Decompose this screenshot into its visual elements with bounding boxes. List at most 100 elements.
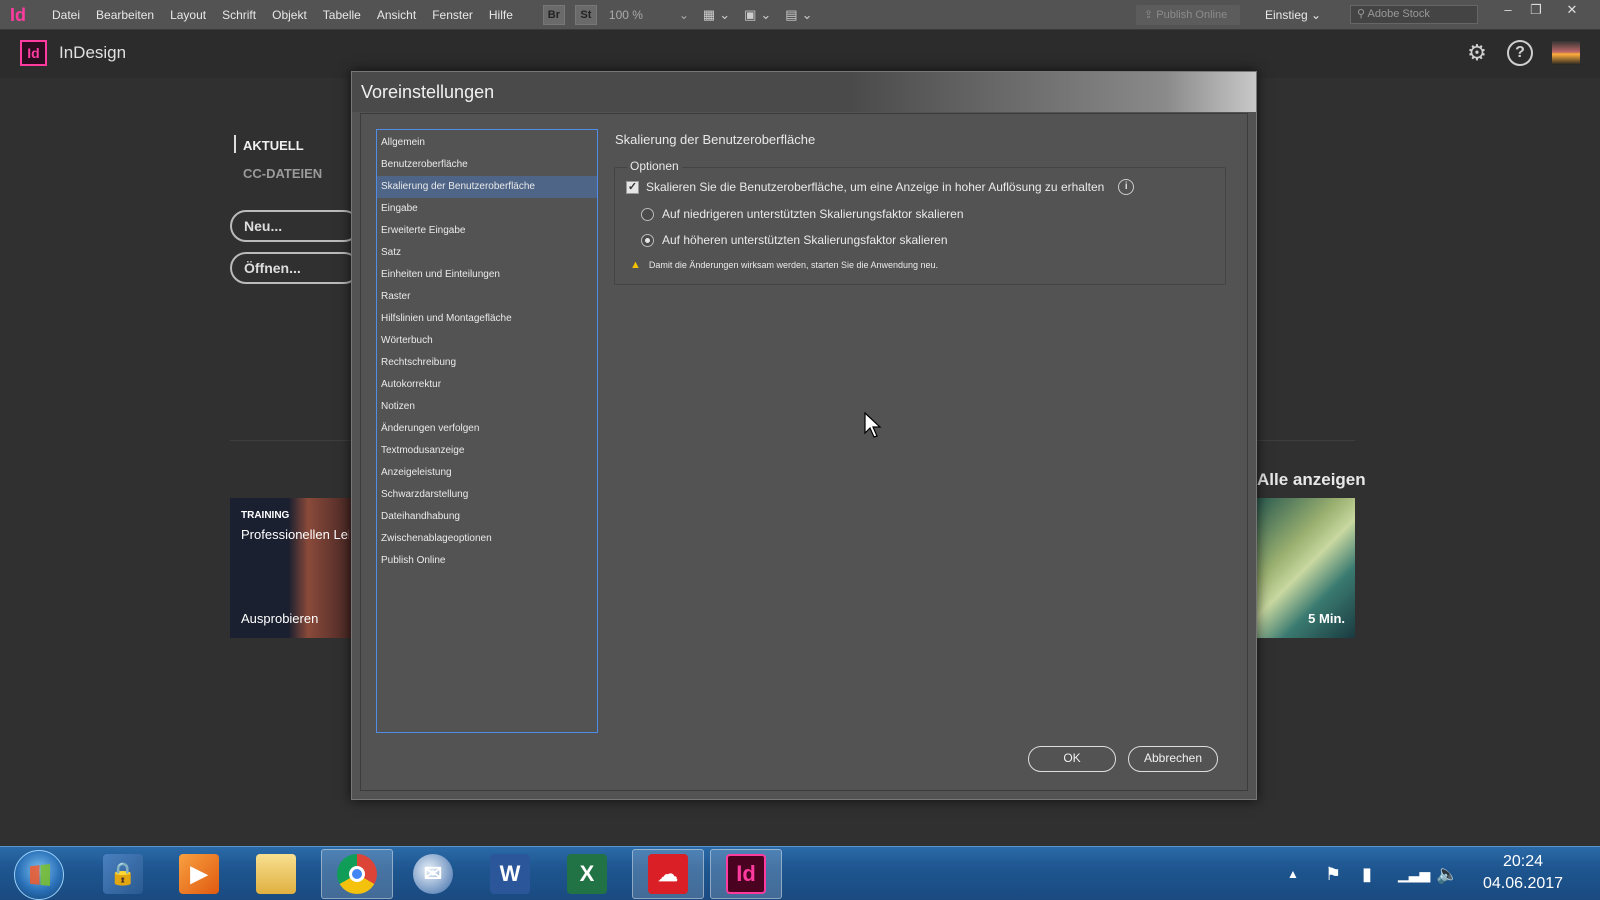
category-hilfslinien[interactable]: Hilfslinien und Montagefläche bbox=[377, 308, 597, 330]
ok-button[interactable]: OK bbox=[1028, 746, 1116, 772]
category-textmodusanzeige[interactable]: Textmodusanzeige bbox=[377, 440, 597, 462]
category-publish-online[interactable]: Publish Online bbox=[377, 550, 597, 572]
scale-low-option: Auf niedrigeren unterstützten Skalierung… bbox=[641, 207, 964, 221]
see-all-link[interactable]: Alle anzeigen bbox=[1257, 470, 1366, 490]
stock-button[interactable]: St bbox=[574, 4, 597, 25]
category-allgemein[interactable]: Allgemein bbox=[377, 132, 597, 154]
category-dateihandhabung[interactable]: Dateihandhabung bbox=[377, 506, 597, 528]
scale-high-label[interactable]: Auf höheren unterstützten Skalierungsfak… bbox=[662, 233, 948, 247]
tutorial-duration: 5 Min. bbox=[1308, 611, 1345, 626]
taskbar-media-player[interactable]: ▶ bbox=[163, 849, 235, 899]
training-tag: TRAINING bbox=[241, 510, 290, 521]
scale-low-radio[interactable] bbox=[641, 207, 654, 221]
start-button[interactable] bbox=[14, 850, 64, 900]
chrome-icon bbox=[337, 854, 377, 894]
taskbar-chrome[interactable] bbox=[321, 849, 393, 899]
publish-online-button[interactable]: ⇪ Publish Online bbox=[1136, 5, 1240, 25]
category-benutzeroberflaeche[interactable]: Benutzeroberfläche bbox=[377, 154, 597, 176]
menu-hilfe[interactable]: Hilfe bbox=[481, 0, 521, 30]
category-rechtschreibung[interactable]: Rechtschreibung bbox=[377, 352, 597, 374]
workspace-switcher[interactable]: Einstieg ⌄ bbox=[1265, 0, 1321, 30]
menu-layout[interactable]: Layout bbox=[162, 0, 214, 30]
category-einheiten[interactable]: Einheiten und Einteilungen bbox=[377, 264, 597, 286]
restart-warning: ▲ Damit die Änderungen wirksam werden, s… bbox=[630, 259, 938, 271]
category-autokorrektur[interactable]: Autokorrektur bbox=[377, 374, 597, 396]
category-anzeigeleistung[interactable]: Anzeigeleistung bbox=[377, 462, 597, 484]
screen-mode-icon: ▣ bbox=[744, 6, 757, 22]
taskbar-lock-folder[interactable]: 🔒 bbox=[87, 849, 159, 899]
taskbar-indesign[interactable]: Id bbox=[710, 849, 782, 899]
adobe-stock-placeholder: Adobe Stock bbox=[1367, 8, 1430, 20]
category-notizen[interactable]: Notizen bbox=[377, 396, 597, 418]
restore-button[interactable]: ❐ bbox=[1522, 0, 1550, 22]
new-document-button[interactable]: Neu... bbox=[230, 210, 360, 242]
scale-low-label[interactable]: Auf niedrigeren unterstützten Skalierung… bbox=[662, 207, 964, 221]
scale-high-radio[interactable] bbox=[641, 233, 654, 247]
action-center-icon[interactable]: ⚑ bbox=[1325, 847, 1341, 900]
training-card[interactable]: TRAINING Professionellen Leb Ausprobiere… bbox=[230, 498, 360, 638]
menu-fenster[interactable]: Fenster bbox=[424, 0, 481, 30]
bridge-button[interactable]: Br bbox=[542, 4, 565, 25]
close-button[interactable]: ✕ bbox=[1558, 0, 1586, 22]
taskbar-creative-cloud[interactable]: ☁ bbox=[632, 849, 704, 899]
avatar[interactable] bbox=[1552, 41, 1580, 65]
taskbar: 🔒 ▶ ✉ W X ☁ Id ▲ ⚑ ▮ ▁▃▅ 🔈 20:24 04.06.2… bbox=[0, 846, 1600, 900]
category-aenderungen[interactable]: Änderungen verfolgen bbox=[377, 418, 597, 440]
menu-datei[interactable]: Datei bbox=[44, 0, 88, 30]
minimize-button[interactable]: – bbox=[1494, 0, 1522, 22]
dialog-title[interactable]: Voreinstellungen bbox=[352, 72, 1256, 112]
clock[interactable]: 20:24 04.06.2017 bbox=[1478, 851, 1568, 895]
info-icon[interactable]: i bbox=[1118, 179, 1135, 195]
category-erweiterte-eingabe[interactable]: Erweiterte Eingabe bbox=[377, 220, 597, 242]
workspace-label: Einstieg bbox=[1265, 8, 1308, 22]
category-skalierung[interactable]: Skalierung der Benutzeroberfläche bbox=[377, 176, 597, 198]
clock-date: 04.06.2017 bbox=[1482, 875, 1564, 892]
menu-objekt[interactable]: Objekt bbox=[264, 0, 315, 30]
cancel-button[interactable]: Abbrechen bbox=[1128, 746, 1218, 772]
show-hidden-icons-button[interactable]: ▲ bbox=[1287, 847, 1299, 900]
gear-icon[interactable]: ⚙ bbox=[1464, 40, 1490, 66]
view-options-button[interactable]: ▦ ⌄ bbox=[703, 7, 730, 23]
thunderbird-icon: ✉ bbox=[413, 854, 453, 894]
warning-text: Damit die Änderungen wirksam werden, sta… bbox=[648, 260, 939, 270]
tutorial-card[interactable]: 5 Min. bbox=[1257, 498, 1355, 638]
training-action[interactable]: Ausprobieren bbox=[241, 611, 318, 626]
power-icon[interactable]: ▮ bbox=[1362, 847, 1372, 900]
zoom-select[interactable]: 100 % ⌄ bbox=[609, 8, 689, 22]
screen-mode-button[interactable]: ▣ ⌄ bbox=[744, 7, 771, 23]
chevron-down-icon: ⌄ bbox=[1311, 8, 1322, 22]
help-icon[interactable]: ? bbox=[1507, 40, 1533, 66]
menu-ansicht[interactable]: Ansicht bbox=[369, 0, 424, 30]
scale-ui-checkbox[interactable]: ✓ bbox=[626, 180, 639, 194]
category-list[interactable]: Allgemein Benutzeroberfläche Skalierung … bbox=[376, 129, 598, 733]
taskbar-explorer[interactable] bbox=[240, 849, 312, 899]
menu-schrift[interactable]: Schrift bbox=[214, 0, 264, 30]
category-schwarzdarstellung[interactable]: Schwarzdarstellung bbox=[377, 484, 597, 506]
options-legend: Optionen bbox=[627, 159, 682, 173]
taskbar-thunderbird[interactable]: ✉ bbox=[397, 849, 469, 899]
menu-bearbeiten[interactable]: Bearbeiten bbox=[88, 0, 162, 30]
training-title: Professionellen Leb bbox=[241, 527, 349, 542]
indesign-menu-icon: Id bbox=[10, 4, 26, 25]
word-icon: W bbox=[490, 854, 530, 894]
category-woerterbuch[interactable]: Wörterbuch bbox=[377, 330, 597, 352]
chevron-down-icon: ⌄ bbox=[678, 7, 689, 22]
network-icon[interactable]: ▁▃▅ bbox=[1398, 847, 1430, 900]
menu-tabelle[interactable]: Tabelle bbox=[315, 0, 369, 30]
category-eingabe[interactable]: Eingabe bbox=[377, 198, 597, 220]
arrange-documents-button[interactable]: ▤ ⌄ bbox=[785, 7, 812, 23]
view-options-icon: ▦ bbox=[702, 6, 716, 22]
taskbar-excel[interactable]: X bbox=[551, 849, 623, 899]
explorer-icon bbox=[256, 854, 296, 894]
category-raster[interactable]: Raster bbox=[377, 286, 597, 308]
nav-aktuell[interactable]: AKTUELL bbox=[243, 138, 304, 153]
category-satz[interactable]: Satz bbox=[377, 242, 597, 264]
open-document-button[interactable]: Öffnen... bbox=[230, 252, 360, 284]
creative-cloud-icon: ☁ bbox=[648, 854, 688, 894]
nav-cc-dateien[interactable]: CC-DATEIEN bbox=[243, 166, 322, 181]
category-zwischenablage[interactable]: Zwischenablageoptionen bbox=[377, 528, 597, 550]
volume-icon[interactable]: 🔈 bbox=[1436, 847, 1458, 900]
scale-ui-label[interactable]: Skalieren Sie die Benutzeroberfläche, um… bbox=[646, 180, 1104, 194]
taskbar-word[interactable]: W bbox=[474, 849, 546, 899]
adobe-stock-search[interactable]: ⚲ Adobe Stock bbox=[1350, 5, 1478, 24]
